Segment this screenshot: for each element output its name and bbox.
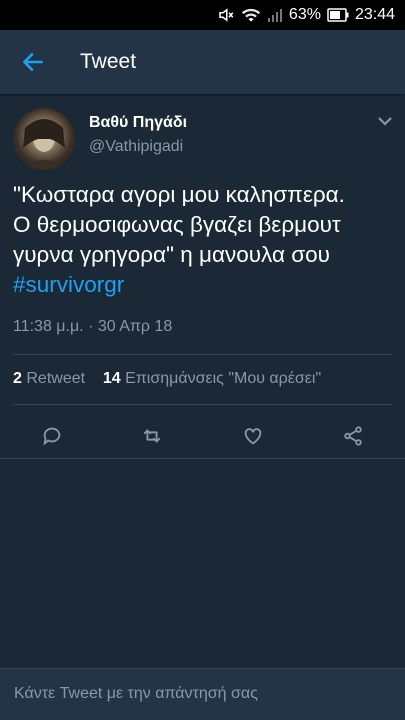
like-label: Επισημάνσεις "Μου αρέσει"	[125, 370, 322, 387]
reply-button[interactable]	[30, 414, 74, 458]
back-button[interactable]	[0, 30, 66, 94]
retweet-count-link[interactable]: 2 Retweet	[13, 370, 85, 387]
share-icon	[344, 426, 362, 446]
like-button[interactable]	[231, 414, 275, 458]
tweet-actions	[0, 414, 405, 458]
retweet-button[interactable]	[130, 414, 174, 458]
tweet-text-line: "Κωσταρα αγορι μου καλησπερα.	[13, 182, 345, 207]
tweet-text-line: Ο θερμοσιφωνας βγαζει βερμουτ	[13, 212, 341, 237]
tweet-menu-button[interactable]	[376, 114, 394, 132]
chevron-down-icon	[378, 117, 392, 126]
reply-composer[interactable]: Κάντε Tweet με την απάντησή σας	[0, 668, 405, 720]
divider	[0, 458, 405, 459]
page-title: Tweet	[80, 50, 137, 73]
battery-percent: 63%	[288, 6, 321, 23]
retweet-icon	[143, 429, 161, 443]
divider	[13, 404, 392, 405]
battery-icon	[327, 8, 349, 22]
retweet-count: 2	[13, 370, 22, 387]
signal-icon	[267, 7, 283, 23]
wifi-icon	[241, 6, 261, 24]
user-handle[interactable]: @Vathipigadi	[89, 138, 183, 156]
reply-icon	[43, 427, 61, 446]
reply-input-placeholder[interactable]: Κάντε Tweet με την απάντησή σας	[14, 685, 258, 703]
engagement-counts: 2 Retweet 14 Επισημάνσεις "Μου αρέσει"	[13, 370, 321, 388]
status-bar: 63% 23:44	[0, 0, 405, 30]
tweet-timestamp: 11:38 μ.μ. · 30 Απρ 18	[13, 318, 173, 335]
heart-icon	[244, 428, 262, 445]
divider	[13, 354, 392, 355]
mute-icon	[217, 6, 235, 24]
tweet-text-line: γυρνα γρηγορα" η μανουλα σου	[13, 242, 330, 267]
display-name[interactable]: Βαθύ Πηγάδι	[89, 114, 187, 132]
avatar[interactable]	[13, 108, 75, 170]
like-count: 14	[102, 370, 121, 387]
hashtag-link[interactable]: #survivorgr	[13, 270, 398, 300]
like-count-link[interactable]: 14 Επισημάνσεις "Μου αρέσει"	[103, 370, 321, 387]
retweet-label: Retweet	[26, 370, 86, 387]
share-button[interactable]	[331, 414, 375, 458]
arrow-left-icon	[23, 53, 43, 71]
app-bar: Tweet	[0, 30, 405, 94]
clock: 23:44	[354, 6, 395, 23]
tweet-text: "Κωσταρα αγορι μου καλησπερα. Ο θερμοσιφ…	[13, 180, 398, 300]
